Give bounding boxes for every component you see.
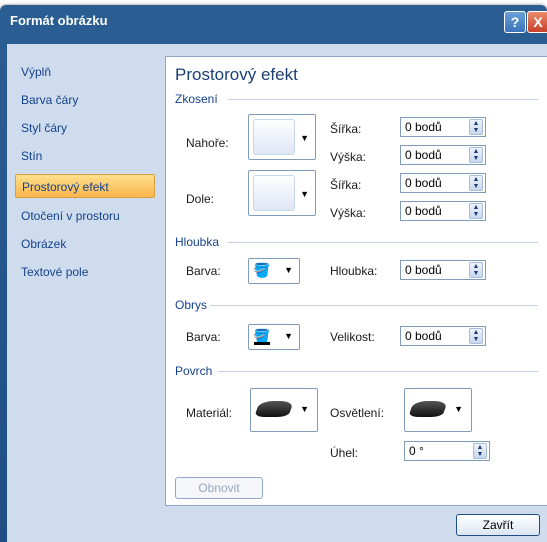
contour-size-label: Velikost: <box>330 330 375 344</box>
bevel-bottom-width-spinner[interactable]: 0 bodů ▲ ▼ <box>400 173 486 193</box>
reset-button[interactable]: Obnovit <box>175 477 263 499</box>
bevel-bottom-label: Dole: <box>186 192 215 206</box>
spin-arrows-icon[interactable]: ▲ ▼ <box>473 443 487 459</box>
spin-arrows-icon[interactable]: ▲ ▼ <box>469 175 483 191</box>
depth-label: Hloubka: <box>330 264 378 278</box>
lighting-label: Osvětlení: <box>330 406 385 420</box>
depth-spinner[interactable]: 0 bodů ▲ ▼ <box>400 260 486 280</box>
material-button[interactable]: ▼ <box>250 388 318 432</box>
bevel-top-preview <box>253 119 295 155</box>
nav-item-line-style[interactable]: Styl čáry <box>15 116 155 140</box>
bevel-bottom-height-spinner[interactable]: 0 bodů ▲ ▼ <box>400 201 486 221</box>
depth-color-button[interactable]: 🪣 ▼ <box>248 258 300 284</box>
contour-color-label: Barva: <box>186 330 221 344</box>
spin-arrows-icon[interactable]: ▲ ▼ <box>469 262 483 278</box>
bevel-top-height-label: Výška: <box>330 150 367 164</box>
surface-section-title: Povrch <box>175 364 213 378</box>
bevel-top-height-value: 0 bodů <box>405 148 442 162</box>
depth-color-label: Barva: <box>186 264 221 278</box>
depth-section-title: Hloubka <box>175 235 220 249</box>
bevel-bottom-width-label: Šířka: <box>330 178 362 192</box>
close-icon[interactable]: X <box>527 11 547 33</box>
bevel-bottom-gallery[interactable]: ▼ <box>248 170 316 216</box>
spin-arrows-icon[interactable]: ▲ ▼ <box>469 119 483 135</box>
lighting-preview-icon <box>408 401 448 417</box>
bevel-top-gallery[interactable]: ▼ <box>248 114 316 160</box>
bevel-bottom-height-value: 0 bodů <box>405 204 442 218</box>
chevron-down-icon: ▼ <box>300 404 309 414</box>
angle-label: Úhel: <box>330 446 359 460</box>
nav-item-picture[interactable]: Obrázek <box>15 232 155 256</box>
contour-color-button[interactable]: 🪣 ▼ <box>248 324 300 350</box>
dialog-title: Formát obrázku <box>10 13 108 28</box>
nav-item-text-box[interactable]: Textové pole <box>15 260 155 284</box>
bevel-top-width-value: 0 bodů <box>405 120 442 134</box>
panel-title: Prostorový efekt <box>175 65 298 84</box>
chevron-down-icon: ▼ <box>300 189 309 199</box>
section-divider <box>228 242 538 243</box>
chevron-down-icon: ▼ <box>300 133 309 143</box>
section-divider <box>210 305 538 306</box>
title-bar: Formát obrázku ? X <box>0 5 547 47</box>
section-divider <box>218 371 538 372</box>
bevel-top-height-spinner[interactable]: 0 bodů ▲ ▼ <box>400 145 486 165</box>
depth-value: 0 bodů <box>405 263 442 277</box>
bevel-section-title: Zkosení <box>175 92 218 106</box>
nav-item-line-color[interactable]: Barva čáry <box>15 88 155 112</box>
contour-size-spinner[interactable]: 0 bodů ▲ ▼ <box>400 326 486 346</box>
chevron-down-icon: ▼ <box>284 265 293 275</box>
spin-arrows-icon[interactable]: ▲ ▼ <box>469 147 483 163</box>
bevel-top-label: Nahoře: <box>186 136 229 150</box>
material-preview-icon <box>254 401 294 417</box>
spin-arrows-icon[interactable]: ▲ ▼ <box>469 203 483 219</box>
bevel-bottom-preview <box>253 175 295 211</box>
spin-arrows-icon[interactable]: ▲ ▼ <box>469 328 483 344</box>
lighting-button[interactable]: ▼ <box>404 388 472 432</box>
paint-bucket-icon: 🪣 <box>253 262 271 278</box>
angle-spinner[interactable]: 0 ° ▲ ▼ <box>404 441 490 461</box>
chevron-down-icon: ▼ <box>284 331 293 341</box>
nav-item-fill[interactable]: Výplň <box>15 60 155 84</box>
bevel-bottom-height-label: Výška: <box>330 206 367 220</box>
bevel-bottom-width-value: 0 bodů <box>405 176 442 190</box>
contour-size-value: 0 bodů <box>405 329 442 343</box>
nav-item-3d-format[interactable]: Prostorový efekt <box>15 174 155 198</box>
selected-color-swatch <box>254 342 270 345</box>
bevel-top-width-label: Šířka: <box>330 122 362 136</box>
angle-value: 0 ° <box>409 444 424 458</box>
help-button[interactable]: ? <box>504 11 526 33</box>
material-label: Materiál: <box>186 406 233 420</box>
chevron-down-icon: ▼ <box>454 404 463 414</box>
close-button[interactable]: Zavřít <box>456 514 540 536</box>
section-divider <box>228 99 538 100</box>
contour-section-title: Obrys <box>175 298 208 312</box>
nav-item-3d-rotation[interactable]: Otočení v prostoru <box>15 204 155 228</box>
bevel-top-width-spinner[interactable]: 0 bodů ▲ ▼ <box>400 117 486 137</box>
nav-item-shadow[interactable]: Stín <box>15 144 155 168</box>
